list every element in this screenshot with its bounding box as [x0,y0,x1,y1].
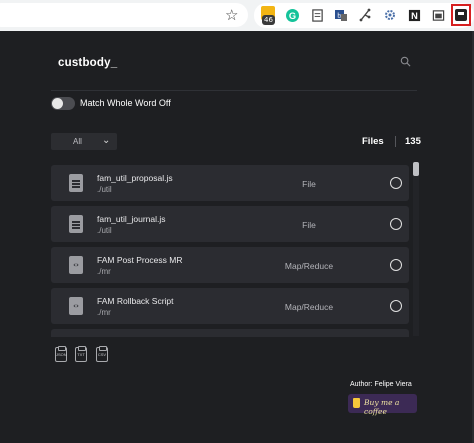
item-path: ./mr [97,267,111,276]
type-filter-value: All [73,137,82,146]
gear-extension-icon[interactable] [382,7,398,23]
script-icon: ‹› [69,297,83,315]
list-item[interactable] [51,329,409,337]
grammarly-icon[interactable]: G [284,7,300,23]
export-json-label: JSON [56,352,67,357]
scrollbar-thumb[interactable] [413,162,419,176]
export-txt-button[interactable]: TXT [75,346,87,362]
item-path: ./util [97,226,112,235]
export-json-button[interactable]: JSON [55,346,67,362]
author-credit: Author: Felipe Viera [350,381,412,388]
script-icon: ‹› [69,256,83,274]
svg-text:N: N [411,11,418,21]
notes-extension-icon[interactable] [309,7,325,23]
files-count: 135 [405,136,421,147]
item-path: ./util [97,185,112,194]
results-scrollbar[interactable] [413,162,419,336]
files-label: Files [362,136,384,147]
item-name: FAM Post Process MR [97,255,183,265]
select-radio[interactable] [390,218,402,230]
svg-text:G: G [288,10,295,20]
select-radio[interactable] [390,300,402,312]
search-bar[interactable]: custbody_ [51,49,417,91]
item-type: Map/Reduce [284,261,334,271]
export-txt-label: TXT [77,352,85,357]
list-item[interactable]: ‹› FAM Post Process MR ./mr Map/Reduce [51,247,409,283]
active-extension-icon[interactable] [451,4,471,26]
select-radio[interactable] [390,259,402,271]
type-filter-select[interactable]: All ⌄ [51,133,117,150]
coffee-cup-icon [353,398,360,408]
list-item[interactable]: fam_util_proposal.js ./util File [51,165,409,201]
search-icon[interactable] [400,56,411,67]
item-type: File [302,179,316,189]
buy-me-a-coffee-button[interactable]: Buy me a coffee [348,394,417,416]
extension-badge: 46 [262,15,275,25]
export-csv-label: CSV [97,352,107,357]
chevron-down-icon: ⌄ [102,135,111,146]
files-divider [395,136,396,147]
document-icon [69,215,83,233]
browser-toolbar: ☆ 46 G Ь N [0,0,474,32]
item-name: fam_util_proposal.js [97,173,173,183]
list-item[interactable]: ‹› FAM Rollback Script ./mr Map/Reduce [51,288,409,324]
netsuite-extension-icon[interactable]: N [406,7,422,23]
item-path: ./mr [97,308,111,317]
document-icon [69,174,83,192]
export-csv-button[interactable]: CSV [96,346,108,362]
toggle-knob [52,98,63,109]
branch-extension-icon[interactable] [357,7,373,23]
coffee-label: Buy me a coffee [364,398,400,416]
bookmark-star-icon[interactable]: ☆ [225,6,238,24]
search-input[interactable]: custbody_ [58,57,117,69]
item-name: fam_util_journal.js [97,214,166,224]
address-bar[interactable] [0,3,248,27]
item-type: File [302,220,316,230]
item-name: FAM Rollback Script [97,296,174,306]
item-type: Map/Reduce [284,302,334,312]
select-radio[interactable] [390,177,402,189]
window-extension-icon[interactable] [430,7,446,23]
translate-extension-icon[interactable]: Ь [333,7,349,23]
list-item[interactable]: fam_util_journal.js ./util File [51,206,409,242]
results-list: fam_util_proposal.js ./util File fam_uti… [51,165,410,337]
match-whole-word-toggle[interactable] [51,97,75,110]
match-whole-word-label: Match Whole Word Off [80,98,171,108]
